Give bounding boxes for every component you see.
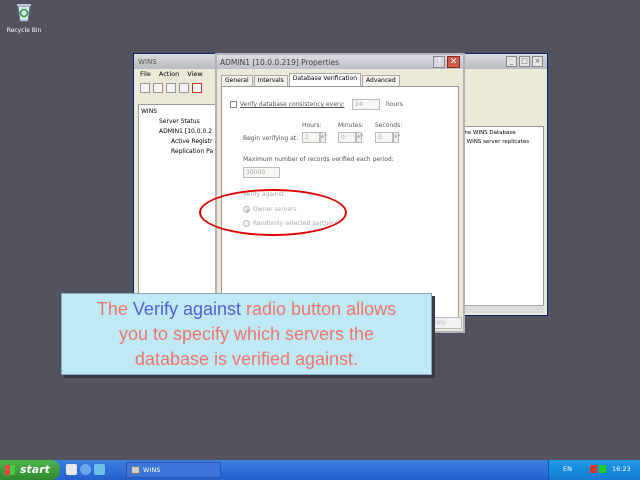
tutorial-callout: The Verify against radio button allows y…	[61, 293, 432, 375]
help-button[interactable]: ?	[433, 56, 445, 68]
tray-network-icon[interactable]	[590, 465, 597, 473]
tab-database-verification[interactable]: Database Verification	[288, 73, 362, 86]
ie-icon[interactable]	[80, 464, 91, 475]
media-player-icon[interactable]	[94, 464, 105, 475]
tab-intervals[interactable]: Intervals	[253, 75, 288, 86]
callout-text-c: radio button allows	[241, 299, 397, 319]
seconds-input[interactable]: 0	[375, 132, 393, 143]
verify-consistency-checkbox[interactable]	[230, 101, 237, 108]
minimize-icon[interactable]: _	[506, 56, 517, 67]
hours-input[interactable]: 2	[302, 132, 320, 143]
menu-file[interactable]: File	[140, 70, 151, 80]
wins-console-icon	[131, 466, 140, 474]
seconds-spinner[interactable]: ▲▼	[393, 132, 400, 143]
tree-item-server-status[interactable]: Server Status	[141, 117, 217, 127]
tray-security-icon[interactable]	[599, 465, 606, 473]
verify-interval-unit: hours	[386, 101, 403, 108]
taskbar-item-wins[interactable]: WINS	[126, 462, 221, 478]
verify-interval-input[interactable]: 24	[352, 99, 380, 110]
windows-flag-icon	[5, 465, 15, 475]
details-line-1: n the WINS Database	[457, 130, 516, 136]
clock: 16:23	[612, 465, 631, 473]
callout-line-2: you to specify which servers the	[118, 324, 375, 344]
start-button[interactable]: start	[0, 460, 60, 480]
tab-general[interactable]: General	[221, 75, 253, 86]
dialog-close-button[interactable]: ✕	[447, 56, 460, 68]
max-records-input[interactable]: 30000	[243, 167, 280, 178]
close-icon[interactable]: ×	[532, 56, 543, 67]
annotation-ellipse	[199, 189, 347, 236]
back-icon[interactable]	[140, 83, 150, 93]
dialog-tabs: General Intervals Database Verification …	[217, 69, 463, 86]
dialog-title: ADMIN1 [10.0.0.219] Properties	[220, 57, 340, 67]
recycle-bin-label: Recycle Bin	[6, 27, 42, 34]
tree-item-admin1[interactable]: ADMIN1 [10.0.0.2	[141, 127, 217, 137]
horizontal-scrollbar[interactable]	[454, 305, 544, 313]
hours-label: Hours:	[302, 122, 322, 129]
details-line-2: his WINS server replicates	[457, 139, 530, 145]
callout-highlight-against: against	[182, 299, 242, 319]
begin-verifying-label: Begin verifying at:	[243, 135, 299, 142]
delete-icon[interactable]	[192, 83, 202, 93]
details-pane: n the WINS Database his WINS server repl…	[454, 126, 544, 309]
menu-view[interactable]: View	[187, 70, 202, 80]
recycle-bin-icon	[17, 4, 31, 22]
maximize-icon[interactable]: □	[519, 56, 530, 67]
show-desktop-icon[interactable]	[66, 464, 77, 475]
language-indicator[interactable]: EN	[563, 465, 572, 473]
show-tree-icon[interactable]	[179, 83, 189, 93]
max-records-label: Maximum number of records verified each …	[243, 156, 394, 163]
callout-text-a: The	[96, 299, 133, 319]
minutes-spinner[interactable]: ▲▼	[356, 132, 363, 143]
verify-consistency-label: Verify database consistency every:	[240, 101, 345, 108]
minutes-label: Minutes:	[338, 122, 364, 129]
tree-item-wins[interactable]: WINS	[141, 107, 217, 117]
tab-advanced[interactable]: Advanced	[362, 75, 400, 86]
tree-item-active-registrations[interactable]: Active Registr	[141, 137, 217, 147]
tree-item-replication-partners[interactable]: Replication Pa	[141, 147, 217, 157]
callout-line-1: The Verify against radio button allows	[62, 297, 431, 322]
start-label: start	[20, 463, 50, 476]
callout-highlight-verify: Verify	[132, 299, 178, 319]
seconds-label: Seconds:	[375, 122, 403, 129]
dialog-title-bar[interactable]: ADMIN1 [10.0.0.219] Properties ? ✕	[217, 55, 463, 69]
callout-line-3: database is verified against.	[134, 349, 359, 369]
hours-spinner[interactable]: ▲▼	[320, 132, 327, 143]
forward-icon[interactable]	[153, 83, 163, 93]
minutes-input[interactable]: 0	[338, 132, 356, 143]
up-folder-icon[interactable]	[166, 83, 176, 93]
menu-action[interactable]: Action	[159, 70, 179, 80]
taskbar-wins-label: WINS	[143, 466, 161, 474]
recycle-bin-shortcut[interactable]: Recycle Bin	[4, 2, 44, 34]
